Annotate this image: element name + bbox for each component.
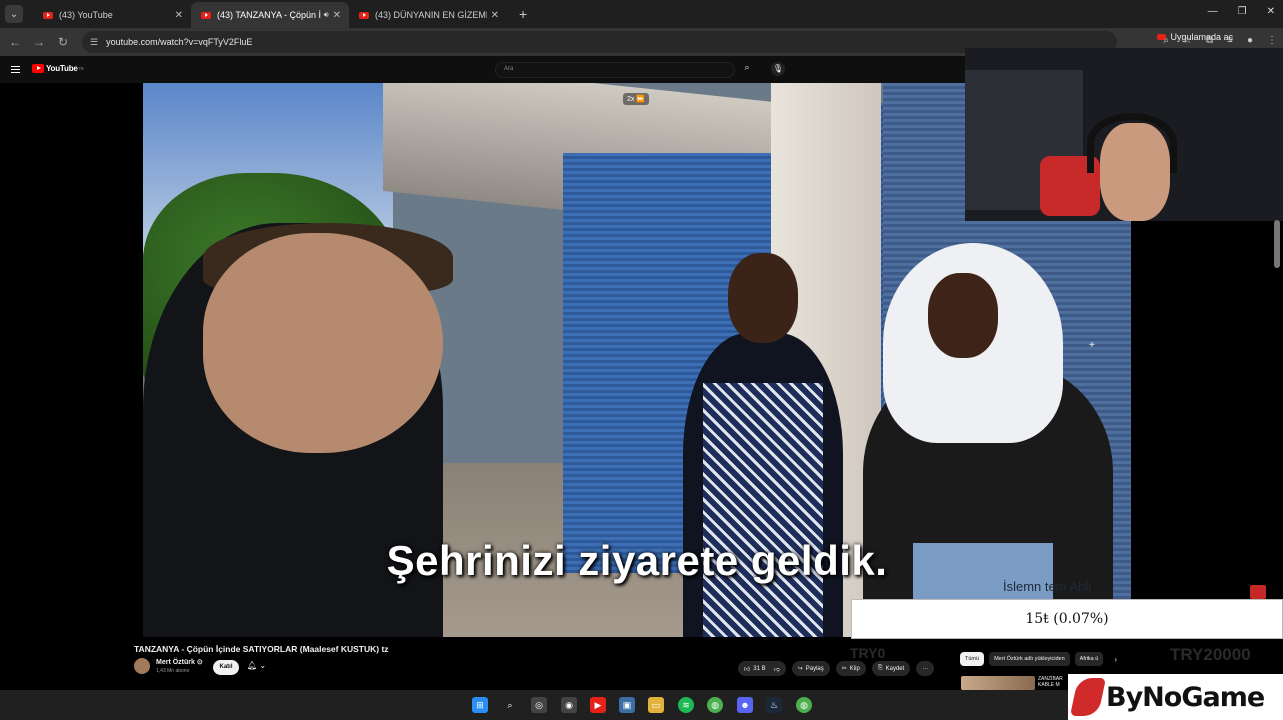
- donation-goal-max: TRY20000: [1170, 645, 1251, 664]
- channel-avatar[interactable]: [134, 658, 150, 674]
- recommended-video-thumbnail[interactable]: [961, 676, 1035, 690]
- youtube-favicon-icon: [359, 11, 369, 19]
- new-tab-button[interactable]: +: [519, 6, 527, 22]
- clip-button[interactable]: ✂ Klip: [835, 661, 866, 676]
- forward-icon[interactable]: →: [27, 35, 51, 49]
- bynogame-mark-icon: [1069, 678, 1107, 716]
- logo-region: TR: [78, 66, 84, 71]
- chevron-right-icon[interactable]: ›: [1114, 655, 1117, 664]
- verified-icon: ⊙: [196, 659, 203, 666]
- video-scene-dress: [703, 383, 823, 637]
- youtube-favicon-icon: [201, 11, 211, 19]
- browser-tab-strip: ⌄ (43) YouTube ✕ (43) TANZANYA - Çöpün İ…: [0, 0, 1283, 28]
- minimize-icon[interactable]: —: [1208, 6, 1218, 17]
- discord-icon[interactable]: ☻: [737, 697, 753, 713]
- chip-uploader[interactable]: Mert Öztürk adlı yükleyiciden: [989, 652, 1070, 666]
- tab-title: (43) TANZANYA - Çöpün İçi: [217, 10, 321, 20]
- toolbar-icons: ⌕ ☆ ⧉ ≡ ● ⋮: [1163, 35, 1277, 46]
- share-icon: ↪: [797, 666, 803, 672]
- close-icon[interactable]: ✕: [333, 10, 341, 21]
- channel-info: Mert Öztürk ⊙ 1,43 Mn abone: [134, 658, 203, 674]
- bynogame-logo: ByNoGame: [1068, 674, 1283, 720]
- tab-youtube-home[interactable]: (43) YouTube ✕: [33, 2, 191, 28]
- app-icon[interactable]: ◉: [561, 697, 577, 713]
- site-info-icon[interactable]: ☰: [90, 37, 98, 48]
- webcam-overlay: [965, 48, 1283, 221]
- thumbs-up-icon: 👍︎: [744, 666, 751, 673]
- bookmark-star-icon[interactable]: ☆: [1183, 35, 1192, 46]
- youtube-favicon-icon: [43, 11, 53, 19]
- subscriber-count: 1,43 Mn abone: [156, 668, 190, 674]
- close-icon[interactable]: ✕: [175, 10, 183, 21]
- profile-avatar-icon[interactable]: ●: [1247, 35, 1253, 46]
- donation-alert: 15ŧ (0.07%): [851, 599, 1283, 639]
- youtube-play-icon: [32, 64, 44, 73]
- join-button[interactable]: Katıl: [213, 660, 239, 675]
- extensions-icon[interactable]: ⧉: [1206, 35, 1213, 46]
- tab-tanzanya-video[interactable]: (43) TANZANYA - Çöpün İçi 🔊︎ ✕: [191, 2, 349, 28]
- video-scene-woman-left-head: [728, 253, 798, 343]
- back-icon[interactable]: ←: [3, 35, 27, 49]
- chip-all[interactable]: Tümü: [960, 652, 985, 666]
- spotify-icon[interactable]: ≋: [678, 697, 694, 713]
- video-actions: 👍︎ 31 B 👎︎ ↪ Paylaş ✂ Klip ⎘ Kaydet ···: [738, 661, 935, 676]
- scissors-icon: ✂: [841, 666, 847, 672]
- url-text: youtube.com/watch?v=vqFTyV2FluE: [106, 37, 253, 47]
- recommendation-chips: Tümü Mert Öztürk adlı yükleyiciden Afrik…: [960, 652, 1117, 666]
- tab-dunyanin-video[interactable]: (43) DÜNYANIN EN GİZEMLİ K ✕: [349, 2, 507, 28]
- channel-name[interactable]: Mert Öztürk ⊙: [156, 658, 203, 666]
- channel-logo-icon: [1250, 585, 1266, 599]
- media-controls-icon[interactable]: ≡: [1227, 35, 1233, 46]
- chrome-icon[interactable]: ◍: [796, 697, 812, 713]
- reload-icon[interactable]: ↻: [51, 35, 75, 49]
- address-bar[interactable]: ☰ youtube.com/watch?v=vqFTyV2FluE: [82, 31, 1117, 53]
- video-scene-woman-right-head: [928, 273, 998, 358]
- steam-icon[interactable]: ♨: [766, 697, 782, 713]
- save-button[interactable]: ⎘ Kaydet: [871, 661, 911, 676]
- youtube-logo[interactable]: YouTube TR: [32, 64, 84, 73]
- app-icon[interactable]: ▣: [619, 697, 635, 713]
- search-icon[interactable]: ⌕: [502, 697, 518, 713]
- playback-speed-badge: 2x ⏩: [623, 93, 650, 105]
- tab-search-button[interactable]: ⌄: [5, 5, 23, 23]
- search-icon[interactable]: ⌕: [737, 62, 757, 78]
- youtube-header: YouTube TR Ara ⌕ 🎙︎: [0, 56, 965, 83]
- logo-text: YouTube: [46, 64, 78, 73]
- search-input[interactable]: Ara: [495, 62, 735, 78]
- video-watermark: İslemn tem Abli: [1003, 579, 1092, 594]
- headset-icon: [1087, 113, 1177, 173]
- bynogame-text: ByNoGame: [1106, 681, 1265, 713]
- speaker-icon[interactable]: 🔊︎: [324, 10, 329, 20]
- chrome-icon[interactable]: ◍: [707, 697, 723, 713]
- microphone-icon[interactable]: 🎙︎: [771, 62, 785, 76]
- video-scene-presenter-head: [203, 233, 443, 453]
- zoom-icon[interactable]: ⌕: [1163, 35, 1169, 46]
- notification-bell-icon[interactable]: 🔔︎ ⌄: [247, 661, 266, 670]
- right-sidebar: [1131, 221, 1283, 599]
- windows-start-icon[interactable]: ⊞: [472, 697, 488, 713]
- more-actions-button[interactable]: ···: [916, 661, 935, 676]
- close-window-icon[interactable]: ✕: [1267, 6, 1275, 17]
- hamburger-menu-icon[interactable]: [11, 66, 20, 73]
- app-icon[interactable]: ◎: [531, 697, 547, 713]
- tab-title: (43) DÜNYANIN EN GİZEMLİ K: [375, 10, 487, 20]
- video-subtitle: Şehrinizi ziyarete geldik.: [386, 537, 888, 584]
- chip-africa[interactable]: Afrika ü: [1074, 652, 1104, 666]
- tab-title: (43) YouTube: [59, 10, 113, 20]
- youtube-app-icon[interactable]: ▶: [590, 697, 606, 713]
- window-controls: — ❐ ✕: [1208, 6, 1275, 17]
- bookmark-icon: ⎘: [877, 665, 883, 671]
- mouse-cursor-icon: +: [1089, 340, 1095, 351]
- share-button[interactable]: ↪ Paylaş: [791, 661, 830, 676]
- file-explorer-icon[interactable]: ▭: [648, 697, 664, 713]
- like-button[interactable]: 👍︎ 31 B 👎︎: [738, 661, 786, 676]
- thumbs-down-icon[interactable]: 👎︎: [774, 665, 780, 673]
- donation-goal-min: TRY0: [850, 645, 886, 661]
- video-title: TANZANYA - Çöpün İçinde SATIYORLAR (Maal…: [134, 644, 389, 654]
- close-icon[interactable]: ✕: [491, 10, 499, 21]
- restore-icon[interactable]: ❐: [1238, 6, 1247, 17]
- menu-kebab-icon[interactable]: ⋮: [1267, 35, 1277, 46]
- scrollbar[interactable]: [1274, 220, 1280, 268]
